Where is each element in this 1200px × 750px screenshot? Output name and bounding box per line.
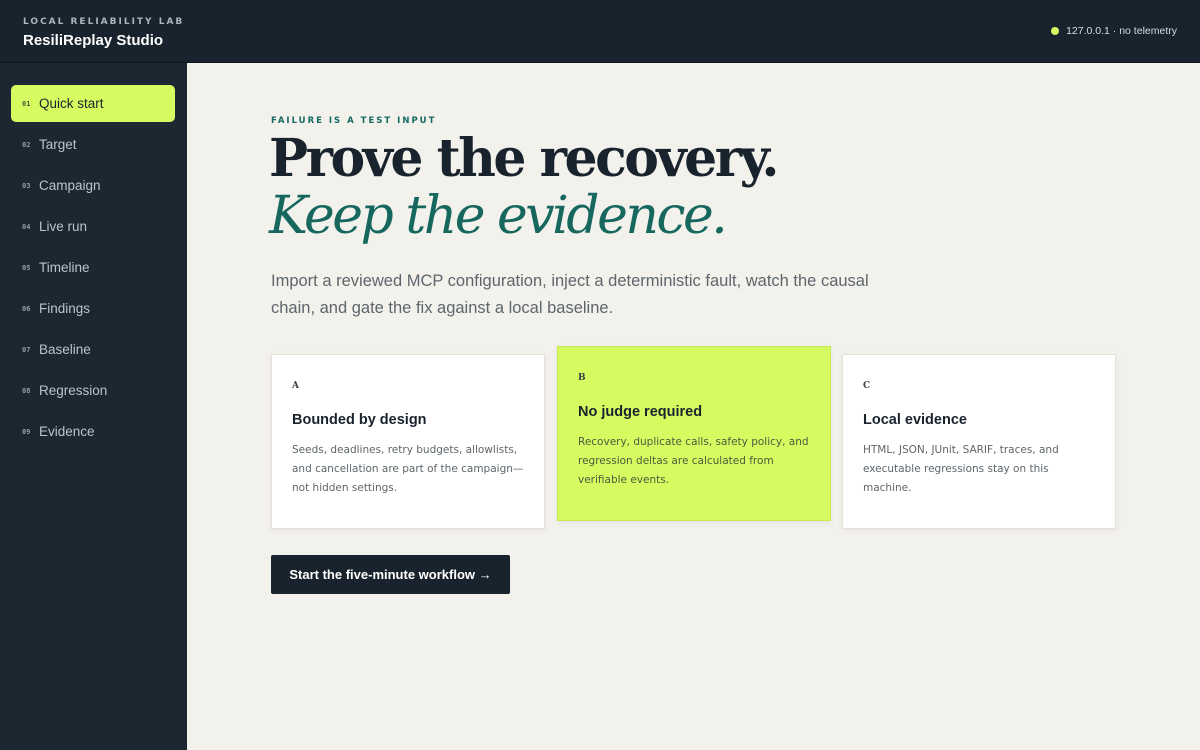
sidebar-item-label: Live run	[39, 219, 88, 234]
feature-card-local-evidence: C Local evidence HTML, JSON, JUnit, SARI…	[842, 354, 1116, 529]
start-workflow-button[interactable]: Start the five-minute workflow →	[271, 555, 510, 594]
step-number: 07	[22, 345, 31, 354]
sidebar-item-label: Target	[39, 137, 77, 152]
top-bar: LOCAL RELIABILITY LAB ResiliReplay Studi…	[0, 0, 1200, 63]
sidebar-item-label: Baseline	[39, 342, 91, 357]
headline-primary: Prove the recovery.	[269, 128, 779, 189]
step-number: 03	[22, 181, 31, 190]
step-number: 04	[22, 222, 31, 231]
feature-card-bounded: A Bounded by design Seeds, deadlines, re…	[271, 354, 545, 529]
feature-card-no-judge: B No judge required Recovery, duplicate …	[557, 346, 831, 521]
card-letter: B	[578, 373, 586, 383]
hero-description: Import a reviewed MCP configuration, inj…	[271, 272, 869, 317]
step-number: 02	[22, 140, 31, 149]
sidebar-item-target[interactable]: 02 Target	[11, 126, 175, 163]
brand-eyebrow: LOCAL RELIABILITY LAB	[23, 17, 185, 27]
step-number: 08	[22, 386, 31, 395]
sidebar-item-findings[interactable]: 06 Findings	[11, 290, 175, 327]
card-title: No judge required	[578, 404, 703, 420]
sidebar-item-label: Regression	[39, 383, 108, 398]
app-title: ResiliReplay Studio	[23, 32, 164, 49]
card-title: Bounded by design	[292, 412, 427, 428]
step-number: 06	[22, 304, 31, 313]
sidebar: 01 Quick start 02 Target 03 Campaign 04 …	[0, 63, 187, 750]
sidebar-item-timeline[interactable]: 05 Timeline	[11, 249, 175, 286]
connection-status: 127.0.0.1 · no telemetry	[1051, 25, 1177, 37]
sidebar-item-label: Timeline	[39, 260, 90, 275]
sidebar-item-label: Campaign	[39, 178, 101, 193]
card-body: Recovery, duplicate calls, safety policy…	[578, 436, 809, 486]
sidebar-item-campaign[interactable]: 03 Campaign	[11, 167, 175, 204]
sidebar-item-live-run[interactable]: 04 Live run	[11, 208, 175, 245]
card-letter: C	[863, 381, 871, 391]
headline-secondary: Keep the evidence.	[269, 186, 728, 246]
sidebar-item-label: Evidence	[39, 424, 95, 439]
card-body: HTML, JSON, JUnit, SARIF, traces, and ex…	[863, 444, 1059, 494]
sidebar-item-quick-start[interactable]: 01 Quick start	[11, 85, 175, 122]
status-dot-icon	[1051, 27, 1060, 35]
step-number: 01	[22, 99, 31, 108]
sidebar-item-label: Quick start	[39, 96, 104, 111]
step-number: 05	[22, 263, 31, 272]
status-text: 127.0.0.1 · no telemetry	[1066, 25, 1177, 37]
card-body: Seeds, deadlines, retry budgets, allowli…	[292, 444, 524, 494]
hero-eyebrow: FAILURE IS A TEST INPUT	[271, 116, 437, 126]
sidebar-item-label: Findings	[39, 301, 91, 316]
sidebar-item-regression[interactable]: 08 Regression	[11, 372, 175, 409]
card-title: Local evidence	[863, 412, 967, 428]
sidebar-item-evidence[interactable]: 09 Evidence	[11, 413, 175, 450]
card-letter: A	[292, 381, 299, 391]
sidebar-item-baseline[interactable]: 07 Baseline	[11, 331, 175, 368]
step-number: 09	[22, 427, 31, 436]
